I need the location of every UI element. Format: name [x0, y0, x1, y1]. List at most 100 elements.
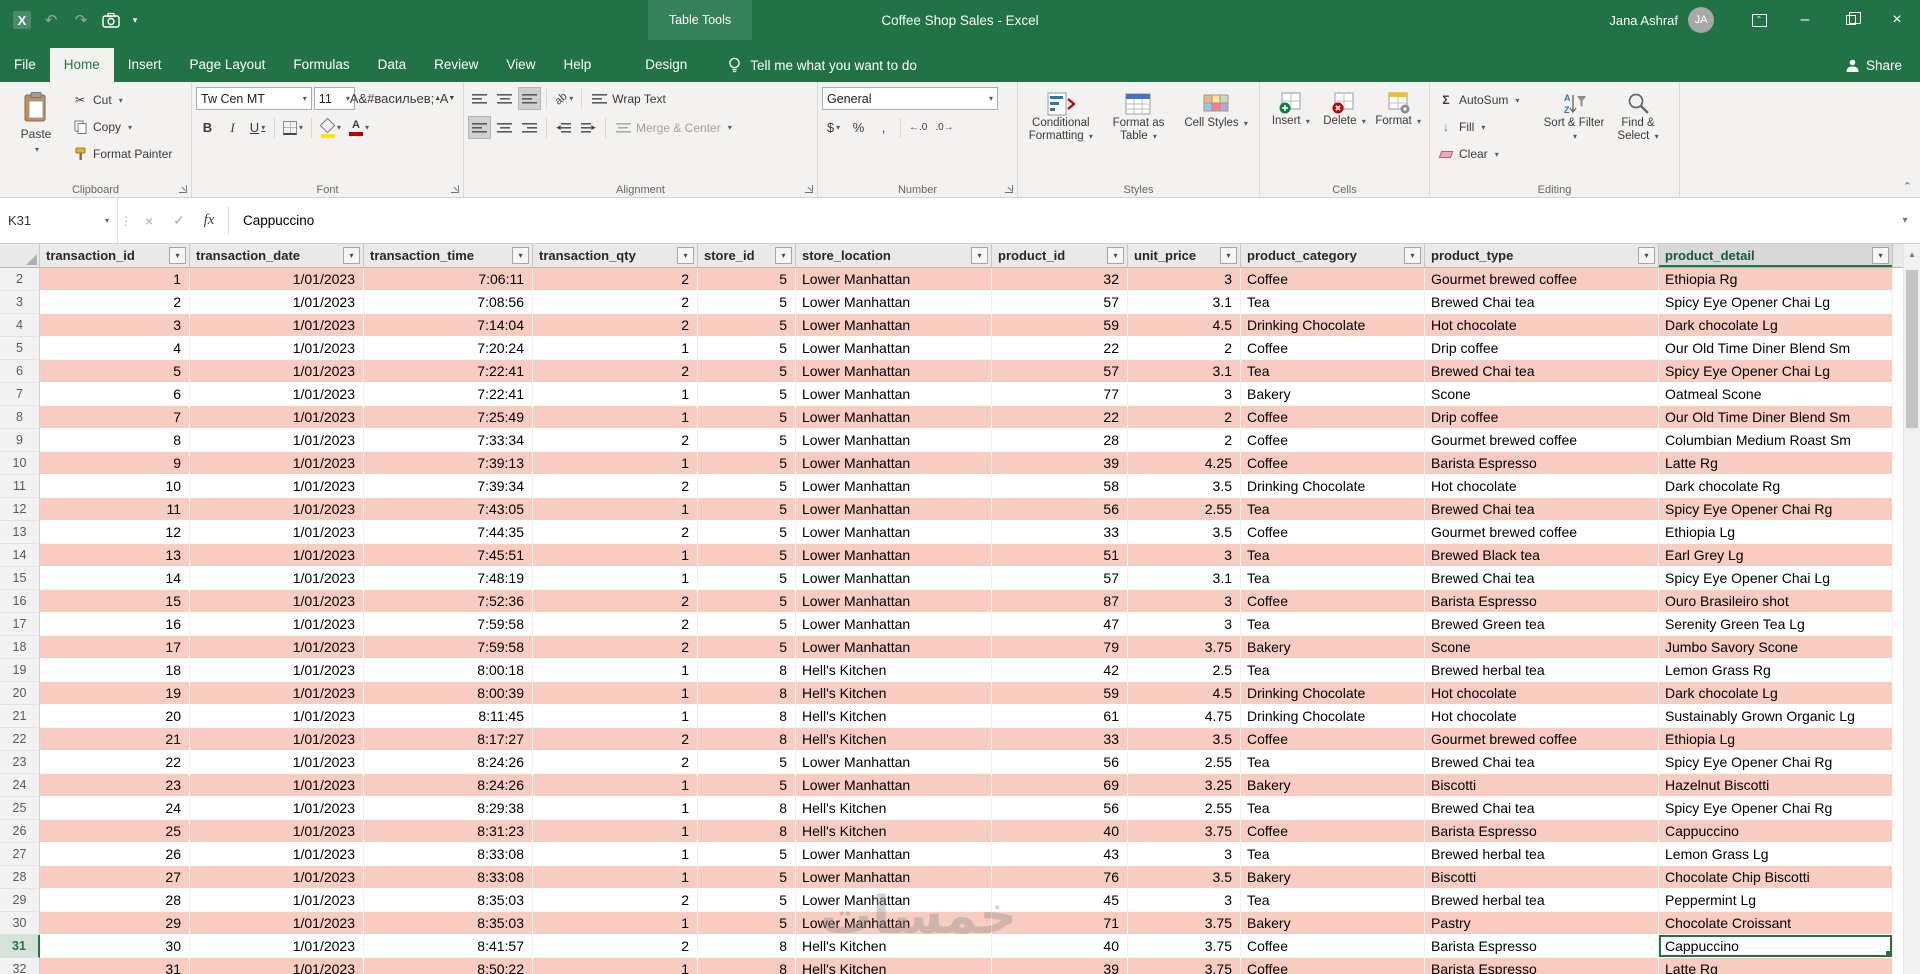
row-header-22[interactable]: 22: [0, 728, 40, 751]
active-cell-product_detail-r31[interactable]: Cappuccino: [1659, 935, 1893, 958]
row-header-8[interactable]: 8: [0, 406, 40, 429]
row-header-20[interactable]: 20: [0, 682, 40, 705]
cell-product_type-r29[interactable]: Brewed herbal tea: [1425, 889, 1659, 912]
cell-product_type-r8[interactable]: Drip coffee: [1425, 406, 1659, 429]
decrease-indent-icon[interactable]: ◂: [552, 116, 575, 139]
cell-transaction_qty-r28[interactable]: 1: [533, 866, 698, 889]
tab-formulas[interactable]: Formulas: [279, 48, 363, 82]
cell-store_location-r11[interactable]: Lower Manhattan: [796, 475, 992, 498]
row-header-31[interactable]: 31: [0, 935, 40, 958]
cell-store_id-r28[interactable]: 5: [698, 866, 796, 889]
cell-product_detail-r23[interactable]: Spicy Eye Opener Chai Rg: [1659, 751, 1893, 774]
cell-store_location-r14[interactable]: Lower Manhattan: [796, 544, 992, 567]
camera-icon[interactable]: [98, 7, 124, 33]
cell-transaction_qty-r6[interactable]: 2: [533, 360, 698, 383]
scrollbar-thumb[interactable]: [1906, 270, 1918, 428]
decrease-decimal-icon[interactable]: .0→: [932, 116, 956, 139]
tab-data[interactable]: Data: [364, 48, 421, 82]
cell-unit_price-r12[interactable]: 2.55: [1128, 498, 1241, 521]
cell-store_id-r13[interactable]: 5: [698, 521, 796, 544]
top-align-icon[interactable]: [468, 87, 491, 110]
cell-store_location-r12[interactable]: Lower Manhattan: [796, 498, 992, 521]
cell-transaction_id-r9[interactable]: 8: [40, 429, 190, 452]
cell-store_location-r27[interactable]: Lower Manhattan: [796, 843, 992, 866]
tab-design[interactable]: Design: [631, 48, 701, 82]
cell-transaction_qty-r23[interactable]: 2: [533, 751, 698, 774]
tab-page-layout[interactable]: Page Layout: [176, 48, 280, 82]
cell-product_category-r8[interactable]: Coffee: [1241, 406, 1425, 429]
cell-transaction_id-r20[interactable]: 19: [40, 682, 190, 705]
cell-store_location-r26[interactable]: Hell's Kitchen: [796, 820, 992, 843]
cell-product_id-r21[interactable]: 61: [992, 705, 1128, 728]
cell-product_id-r10[interactable]: 39: [992, 452, 1128, 475]
font-family-select[interactable]: Tw Cen MT ▾: [196, 87, 312, 110]
cell-transaction_id-r27[interactable]: 26: [40, 843, 190, 866]
cell-product_id-r27[interactable]: 43: [992, 843, 1128, 866]
cell-store_id-r32[interactable]: 8: [698, 958, 796, 974]
cell-transaction_qty-r4[interactable]: 2: [533, 314, 698, 337]
cell-product_category-r27[interactable]: Tea: [1241, 843, 1425, 866]
merge-center-button[interactable]: Merge & Center ▾: [611, 117, 736, 139]
cell-transaction_time-r9[interactable]: 7:33:34: [364, 429, 533, 452]
row-header-14[interactable]: 14: [0, 544, 40, 567]
cell-unit_price-r7[interactable]: 3: [1128, 383, 1241, 406]
cell-unit_price-r10[interactable]: 4.25: [1128, 452, 1241, 475]
cell-transaction_date-r5[interactable]: 1/01/2023: [190, 337, 364, 360]
cell-transaction_time-r2[interactable]: 7:06:11: [364, 268, 533, 291]
cell-unit_price-r31[interactable]: 3.75: [1128, 935, 1241, 958]
cell-product_id-r6[interactable]: 57: [992, 360, 1128, 383]
cell-product_detail-r20[interactable]: Dark chocolate Lg: [1659, 682, 1893, 705]
cell-product_id-r29[interactable]: 45: [992, 889, 1128, 912]
row-header-3[interactable]: 3: [0, 291, 40, 314]
cell-product_category-r29[interactable]: Tea: [1241, 889, 1425, 912]
cell-store_id-r22[interactable]: 8: [698, 728, 796, 751]
italic-button[interactable]: I: [221, 116, 244, 139]
row-header-11[interactable]: 11: [0, 475, 40, 498]
cell-transaction_qty-r16[interactable]: 2: [533, 590, 698, 613]
cell-transaction_id-r19[interactable]: 18: [40, 659, 190, 682]
cell-transaction_time-r5[interactable]: 7:20:24: [364, 337, 533, 360]
cell-transaction_time-r14[interactable]: 7:45:51: [364, 544, 533, 567]
cell-store_location-r24[interactable]: Lower Manhattan: [796, 774, 992, 797]
select-all-corner[interactable]: [0, 244, 40, 267]
cell-product_category-r25[interactable]: Tea: [1241, 797, 1425, 820]
formula-bar-expand-icon[interactable]: ▾: [1890, 198, 1920, 243]
orientation-button[interactable]: ab ▾: [552, 87, 576, 110]
cell-product_detail-r9[interactable]: Columbian Medium Roast Sm: [1659, 429, 1893, 452]
cell-store_id-r29[interactable]: 5: [698, 889, 796, 912]
cell-transaction_date-r27[interactable]: 1/01/2023: [190, 843, 364, 866]
cell-product_category-r30[interactable]: Bakery: [1241, 912, 1425, 935]
cell-unit_price-r11[interactable]: 3.5: [1128, 475, 1241, 498]
name-box-resize-handle[interactable]: ⋮: [118, 198, 134, 243]
cell-product_category-r6[interactable]: Tea: [1241, 360, 1425, 383]
cell-transaction_date-r15[interactable]: 1/01/2023: [190, 567, 364, 590]
collapse-ribbon-icon[interactable]: ⌃: [1903, 180, 1912, 193]
cell-store_id-r21[interactable]: 8: [698, 705, 796, 728]
increase-font-size-icon[interactable]: A&#васильев; ▲: [350, 87, 441, 110]
cell-transaction_date-r10[interactable]: 1/01/2023: [190, 452, 364, 475]
row-header-18[interactable]: 18: [0, 636, 40, 659]
cell-transaction_time-r3[interactable]: 7:08:56: [364, 291, 533, 314]
cell-store_location-r15[interactable]: Lower Manhattan: [796, 567, 992, 590]
cell-transaction_time-r13[interactable]: 7:44:35: [364, 521, 533, 544]
cell-transaction_time-r25[interactable]: 8:29:38: [364, 797, 533, 820]
cell-unit_price-r29[interactable]: 3: [1128, 889, 1241, 912]
number-dialog-launcher[interactable]: [1005, 185, 1013, 193]
cell-product_type-r20[interactable]: Hot chocolate: [1425, 682, 1659, 705]
cell-store_id-r18[interactable]: 5: [698, 636, 796, 659]
cell-unit_price-r27[interactable]: 3: [1128, 843, 1241, 866]
cell-store_location-r2[interactable]: Lower Manhattan: [796, 268, 992, 291]
column-header-transaction_id[interactable]: transaction_id ▾: [40, 244, 190, 267]
alignment-dialog-launcher[interactable]: [805, 185, 813, 193]
cell-product_detail-r32[interactable]: Latte Rg: [1659, 958, 1893, 974]
column-header-store_id[interactable]: store_id ▾: [698, 244, 796, 267]
cell-transaction_id-r32[interactable]: 31: [40, 958, 190, 974]
cell-product_id-r30[interactable]: 71: [992, 912, 1128, 935]
tab-file[interactable]: File: [0, 48, 50, 82]
minimize-button[interactable]: –: [1782, 0, 1828, 40]
cell-product_type-r15[interactable]: Brewed Chai tea: [1425, 567, 1659, 590]
cell-unit_price-r8[interactable]: 2: [1128, 406, 1241, 429]
cell-transaction_id-r7[interactable]: 6: [40, 383, 190, 406]
excel-app-icon[interactable]: X: [10, 8, 34, 32]
column-header-product_detail[interactable]: product_detail ▾: [1659, 244, 1893, 267]
